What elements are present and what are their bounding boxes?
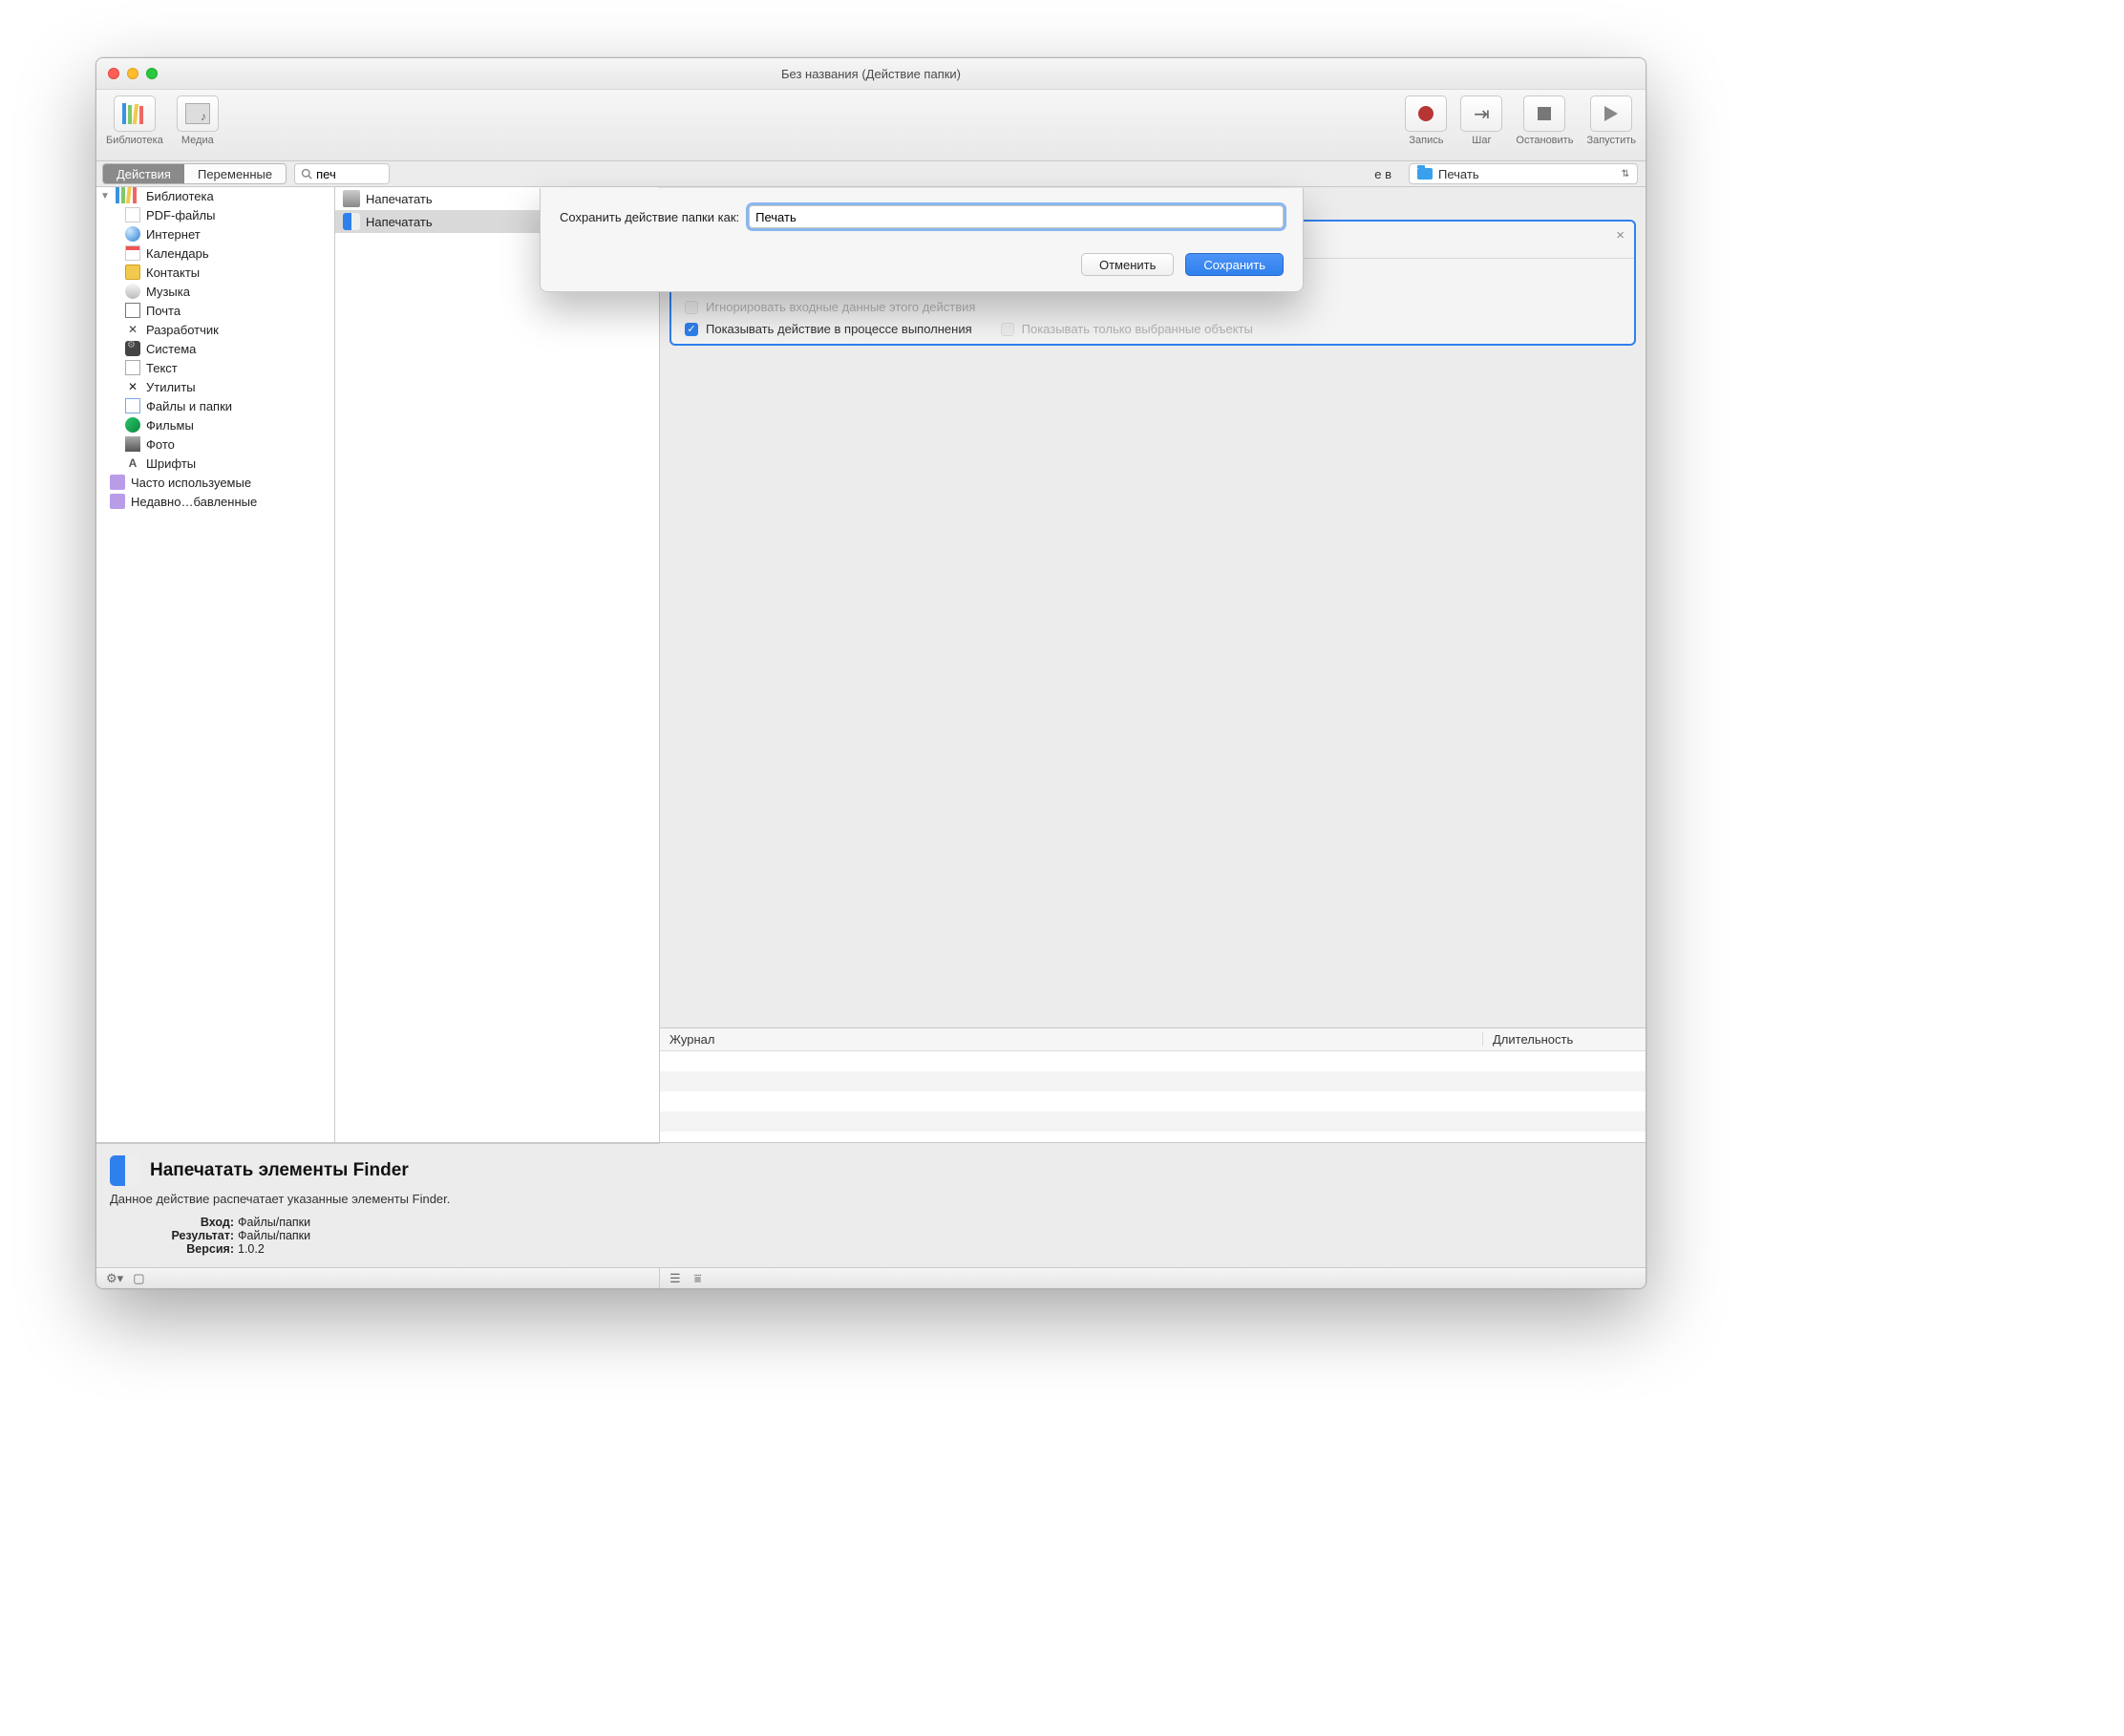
sidebar-item-photos[interactable]: Фото <box>96 434 334 454</box>
folder-icon <box>1417 168 1433 180</box>
sidebar-item-contacts[interactable]: Контакты <box>96 263 334 282</box>
window-controls <box>108 68 158 79</box>
record-icon <box>1418 106 1434 121</box>
tab-actions[interactable]: Действия <box>103 164 184 183</box>
workflow-area: × Напечатать: Принтер по умолчанию ⇅ Рез… <box>660 187 1646 1142</box>
mail-icon <box>125 303 140 318</box>
log-area: Журнал Длительность <box>660 1027 1646 1142</box>
stop-button[interactable]: Остановить <box>1516 95 1573 146</box>
checkbox-ignore-input <box>685 301 698 314</box>
disclosure-triangle-icon[interactable]: ▼ <box>100 191 110 201</box>
receives-label-fragment: е в <box>1374 167 1401 181</box>
checkbox-show-action[interactable]: ✓ <box>685 323 698 336</box>
text-icon <box>125 360 140 375</box>
folder-dropdown[interactable]: Печать ⇅ <box>1409 163 1638 184</box>
titlebar: Без названия (Действие папки) <box>96 58 1646 90</box>
fonts-icon <box>125 455 140 471</box>
chevron-updown-icon: ⇅ <box>1622 169 1629 180</box>
sub-toolbar: Действия Переменные е в Печать ⇅ <box>96 161 1646 187</box>
sidebar-item-files[interactable]: Файлы и папки <box>96 396 334 415</box>
play-icon <box>1604 106 1618 121</box>
cancel-button[interactable]: Отменить <box>1081 253 1174 276</box>
log-rows <box>660 1051 1646 1142</box>
save-name-input[interactable] <box>749 205 1284 228</box>
list-view-icon[interactable]: ☰ <box>669 1271 681 1286</box>
checkbox-only-selected <box>1001 323 1014 336</box>
sidebar-item-text[interactable]: Текст <box>96 358 334 377</box>
record-button[interactable]: Запись <box>1405 95 1447 146</box>
sidebar-item-utilities[interactable]: Утилиты <box>96 377 334 396</box>
window-title: Без названия (Действие папки) <box>781 67 961 81</box>
search-field[interactable] <box>294 163 390 184</box>
music-icon <box>125 284 140 299</box>
close-icon[interactable] <box>108 68 119 79</box>
stop-icon <box>1538 107 1551 120</box>
library-tabs: Действия Переменные <box>102 163 287 184</box>
step-button[interactable]: ⇥ Шаг <box>1460 95 1502 146</box>
sidebar-smart-recent[interactable]: Недавно…бавленные <box>96 492 334 511</box>
library-icon <box>116 190 140 203</box>
movies-icon <box>125 417 140 433</box>
tab-variables[interactable]: Переменные <box>184 164 286 183</box>
library-button[interactable]: Библиотека <box>106 95 163 146</box>
main-area: ▼ Библиотека PDF-файлы Интернет Календар… <box>96 187 1646 1142</box>
gear-icon[interactable]: ⚙︎▾ <box>106 1271 123 1286</box>
sidebar-item-calendar[interactable]: Календарь <box>96 243 334 263</box>
statusbar: ⚙︎▾ ▢ ☰ ⩸ <box>96 1267 1646 1288</box>
system-icon <box>125 341 140 356</box>
save-button[interactable]: Сохранить <box>1185 253 1284 276</box>
media-icon <box>185 103 210 124</box>
search-icon <box>301 168 312 180</box>
photos-icon <box>125 436 140 452</box>
developer-icon <box>125 322 140 337</box>
contacts-icon <box>125 265 140 280</box>
minimize-icon[interactable] <box>127 68 138 79</box>
log-col-duration[interactable]: Длительность <box>1483 1032 1646 1047</box>
log-col-journal[interactable]: Журнал <box>660 1032 1483 1047</box>
smart-folder-icon <box>110 475 125 490</box>
files-icon <box>125 398 140 413</box>
flow-view-icon[interactable]: ⩸ <box>694 1271 702 1286</box>
bottom-area: Напечатать элементы Finder Данное действ… <box>96 1142 1646 1267</box>
toolbar: Библиотека Медиа Запись ⇥ Шаг Остановить <box>96 90 1646 161</box>
save-sheet: Сохранить действие папки как: Отменить С… <box>540 188 1304 292</box>
library-sidebar: ▼ Библиотека PDF-файлы Интернет Календар… <box>96 187 335 1142</box>
run-button[interactable]: Запустить <box>1586 95 1636 146</box>
step-icon: ⇥ <box>1474 102 1490 126</box>
detail-pane: Напечатать элементы Finder Данное действ… <box>96 1143 660 1267</box>
sidebar-item-system[interactable]: Система <box>96 339 334 358</box>
sidebar-item-music[interactable]: Музыка <box>96 282 334 301</box>
sidebar-item-pdf[interactable]: PDF-файлы <box>96 205 334 224</box>
search-input[interactable] <box>316 167 373 181</box>
finder-icon <box>343 213 360 230</box>
detail-description: Данное действие распечатает указанные эл… <box>110 1192 647 1206</box>
sidebar-item-mail[interactable]: Почта <box>96 301 334 320</box>
save-label: Сохранить действие папки как: <box>560 210 739 224</box>
workflow-run-icon[interactable]: ▢ <box>133 1271 144 1286</box>
sidebar-item-internet[interactable]: Интернет <box>96 224 334 243</box>
sidebar-item-movies[interactable]: Фильмы <box>96 415 334 434</box>
library-icon <box>122 103 147 124</box>
folder-receives-bar: е в Печать ⇅ <box>1374 163 1638 184</box>
printer-icon <box>343 190 360 207</box>
close-icon[interactable]: × <box>1616 227 1625 243</box>
zoom-icon[interactable] <box>146 68 158 79</box>
workflow-canvas[interactable]: × Напечатать: Принтер по умолчанию ⇅ Рез… <box>660 187 1646 1027</box>
media-button[interactable]: Медиа <box>177 95 219 146</box>
action-list: Напечатать Напечатать <box>335 187 660 1142</box>
globe-icon <box>125 226 140 242</box>
utilities-icon <box>125 379 140 394</box>
sidebar-smart-frequent[interactable]: Часто используемые <box>96 473 334 492</box>
sidebar-item-developer[interactable]: Разработчик <box>96 320 334 339</box>
app-window: Без названия (Действие папки) Библиотека… <box>96 57 1646 1289</box>
calendar-icon <box>125 245 140 261</box>
smart-folder-icon <box>110 494 125 509</box>
pdf-icon <box>125 207 140 222</box>
finder-icon <box>110 1155 140 1186</box>
sidebar-item-fonts[interactable]: Шрифты <box>96 454 334 473</box>
detail-title: Напечатать элементы Finder <box>150 1160 409 1181</box>
sidebar-root-library[interactable]: ▼ Библиотека <box>96 187 334 205</box>
